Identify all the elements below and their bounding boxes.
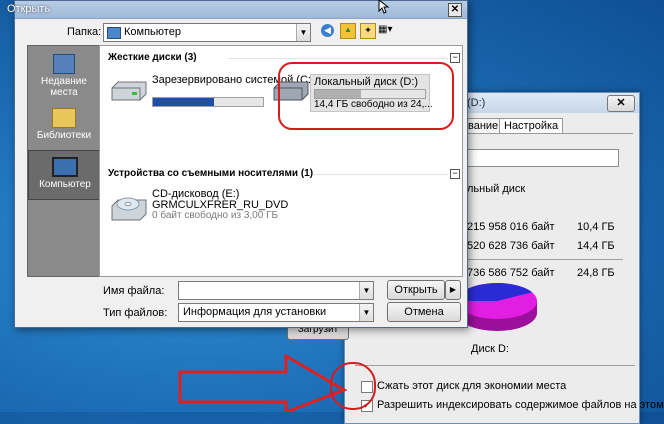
dialog-close-button[interactable]: ✕: [448, 3, 462, 17]
drive-c-item[interactable]: Зарезервировано системой (C:): [110, 74, 315, 108]
cd-drive-icon: [111, 197, 147, 221]
folder-label: Папка:: [67, 26, 102, 38]
tab-divider: [463, 133, 633, 134]
place-recent[interactable]: Недавние места: [28, 50, 100, 104]
computer-icon: [52, 157, 78, 177]
cd-drive-item[interactable]: CD-дисковод (E:) GRMCULXFRER_RU_DVD 0 ба…: [110, 188, 330, 228]
options-divider: [355, 365, 635, 366]
volume-name-input[interactable]: [467, 149, 619, 167]
total-bytes: 736 586 752 байт: [467, 267, 555, 279]
chevron-down-icon[interactable]: ▼: [359, 304, 373, 321]
compress-label: Сжать этот диск для экономии места: [377, 380, 567, 392]
group-hard-disks: Жесткие диски (3): [108, 52, 197, 63]
chevron-down-icon[interactable]: ▼: [296, 24, 310, 41]
tab-settings[interactable]: Настройка: [499, 118, 564, 134]
annotation-circle-drive: [278, 62, 454, 130]
chevron-down-icon[interactable]: ▼: [359, 282, 373, 299]
place-computer[interactable]: Компьютер: [28, 150, 102, 200]
group-removable: Устройства со съемными носителями (1): [108, 168, 314, 179]
drive-c-usage-fill: [153, 98, 214, 106]
dialog-titlebar: [15, 1, 467, 19]
used-size: 10,4 ГБ: [577, 221, 615, 233]
drive-c-usage-bar: [152, 97, 264, 107]
collapse-removable-button[interactable]: −: [450, 169, 460, 179]
used-bytes: 215 958 016 байт: [467, 221, 555, 233]
view-menu-icon[interactable]: ▦▾: [378, 23, 400, 37]
open-file-dialog: Открыть ✕ Папка: Компьютер ▼ ◀ ▲ ✦ ▦▾ Не…: [7, 0, 468, 328]
cd-drive-detail: 0 байт свободно из 3,00 ГБ: [152, 210, 279, 221]
properties-title: (D:): [467, 97, 486, 109]
filetype-label: Тип файлов:: [103, 307, 168, 319]
places-bar: Недавние места Библиотеки Компьютер: [27, 45, 102, 277]
disk-label: Диск D:: [471, 343, 509, 355]
annotation-arrow: [178, 354, 348, 412]
arrow-outline: [178, 354, 348, 412]
tab-partial[interactable]: вание: [463, 118, 504, 134]
free-size: 14,4 ГБ: [577, 240, 615, 252]
filetype-value: Информация для установки: [183, 306, 327, 318]
back-icon[interactable]: ◀: [321, 24, 334, 37]
totals-divider: [463, 259, 623, 260]
dialog-title: Открыть: [7, 3, 51, 15]
place-libraries-label: Библиотеки: [36, 130, 92, 141]
free-bytes: 520 628 736 байт: [467, 240, 555, 252]
properties-close-button[interactable]: ✕: [607, 95, 635, 112]
hard-drive-icon: [111, 81, 147, 101]
folder-value: Компьютер: [124, 26, 181, 38]
file-list[interactable]: Жесткие диски (3) − Зарезервировано сист…: [99, 45, 463, 277]
index-label: Разрешить индексировать содержимое файло…: [377, 399, 664, 411]
new-folder-icon[interactable]: ✦: [360, 23, 376, 39]
place-computer-label: Компьютер: [39, 179, 91, 190]
open-button[interactable]: Открыть: [387, 280, 445, 300]
mouse-cursor-icon: [378, 0, 390, 14]
place-libraries[interactable]: Библиотеки: [28, 104, 100, 144]
total-size: 24,8 ГБ: [577, 267, 615, 279]
filename-input[interactable]: ▼: [178, 281, 374, 300]
computer-icon: [107, 27, 121, 39]
libraries-icon: [52, 108, 76, 128]
group-line: [314, 174, 448, 175]
folder-combo[interactable]: Компьютер ▼: [103, 23, 311, 42]
open-dropdown-button[interactable]: ▶: [445, 280, 461, 300]
filetype-select[interactable]: Информация для установки ▼: [178, 303, 374, 322]
group-line: [228, 58, 448, 59]
type-value: льный диск: [467, 183, 526, 195]
filename-label: Имя файла:: [103, 285, 165, 297]
annotation-circle-checkbox: [330, 362, 376, 410]
cancel-button[interactable]: Отмена: [387, 302, 461, 322]
collapse-hard-disks-button[interactable]: −: [450, 53, 460, 63]
place-recent-label: Недавние места: [41, 76, 87, 98]
up-folder-icon[interactable]: ▲: [340, 23, 356, 39]
recent-places-icon: [53, 54, 75, 74]
